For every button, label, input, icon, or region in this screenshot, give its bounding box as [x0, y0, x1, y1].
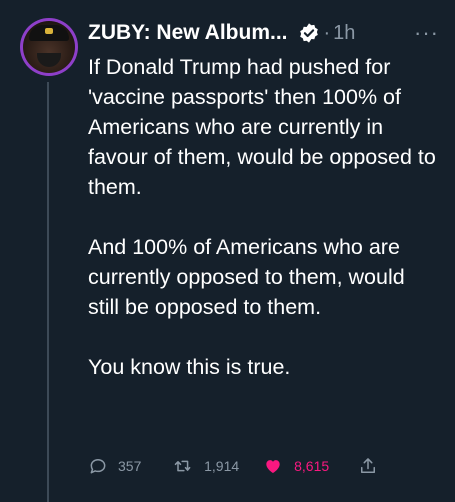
reply-count: 357: [118, 458, 142, 474]
avatar-image: [23, 21, 75, 73]
share-button[interactable]: [358, 456, 388, 476]
tweet-paragraph: If Donald Trump had pushed for 'vaccine …: [88, 55, 436, 199]
like-button[interactable]: 8,615: [262, 456, 358, 476]
timestamp[interactable]: 1h: [333, 22, 355, 45]
separator-dot: ·: [323, 21, 331, 44]
more-options-button[interactable]: ···: [414, 20, 439, 46]
tweet-text: If Donald Trump had pushed for 'vaccine …: [88, 52, 438, 382]
reply-button[interactable]: 357: [88, 456, 172, 476]
thread-line: [47, 82, 49, 502]
tweet-header: ZUBY: New Album... · 1h ···: [88, 18, 447, 48]
like-count: 8,615: [294, 458, 330, 474]
retweet-button[interactable]: 1,914: [172, 456, 262, 476]
tweet-paragraph: You know this is true.: [88, 355, 291, 379]
avatar[interactable]: [20, 18, 78, 76]
retweet-icon: [174, 460, 191, 472]
verified-badge-icon: [298, 22, 320, 44]
tweet-paragraph: And 100% of Americans who are currently …: [88, 235, 405, 319]
share-icon: [361, 458, 375, 473]
retweet-count: 1,914: [204, 458, 240, 474]
heart-icon: [266, 460, 280, 474]
reply-icon: [90, 459, 106, 474]
tweet-actions: 357 1,914 8,615: [88, 453, 388, 479]
author-name[interactable]: ZUBY: New Album...: [88, 21, 288, 45]
